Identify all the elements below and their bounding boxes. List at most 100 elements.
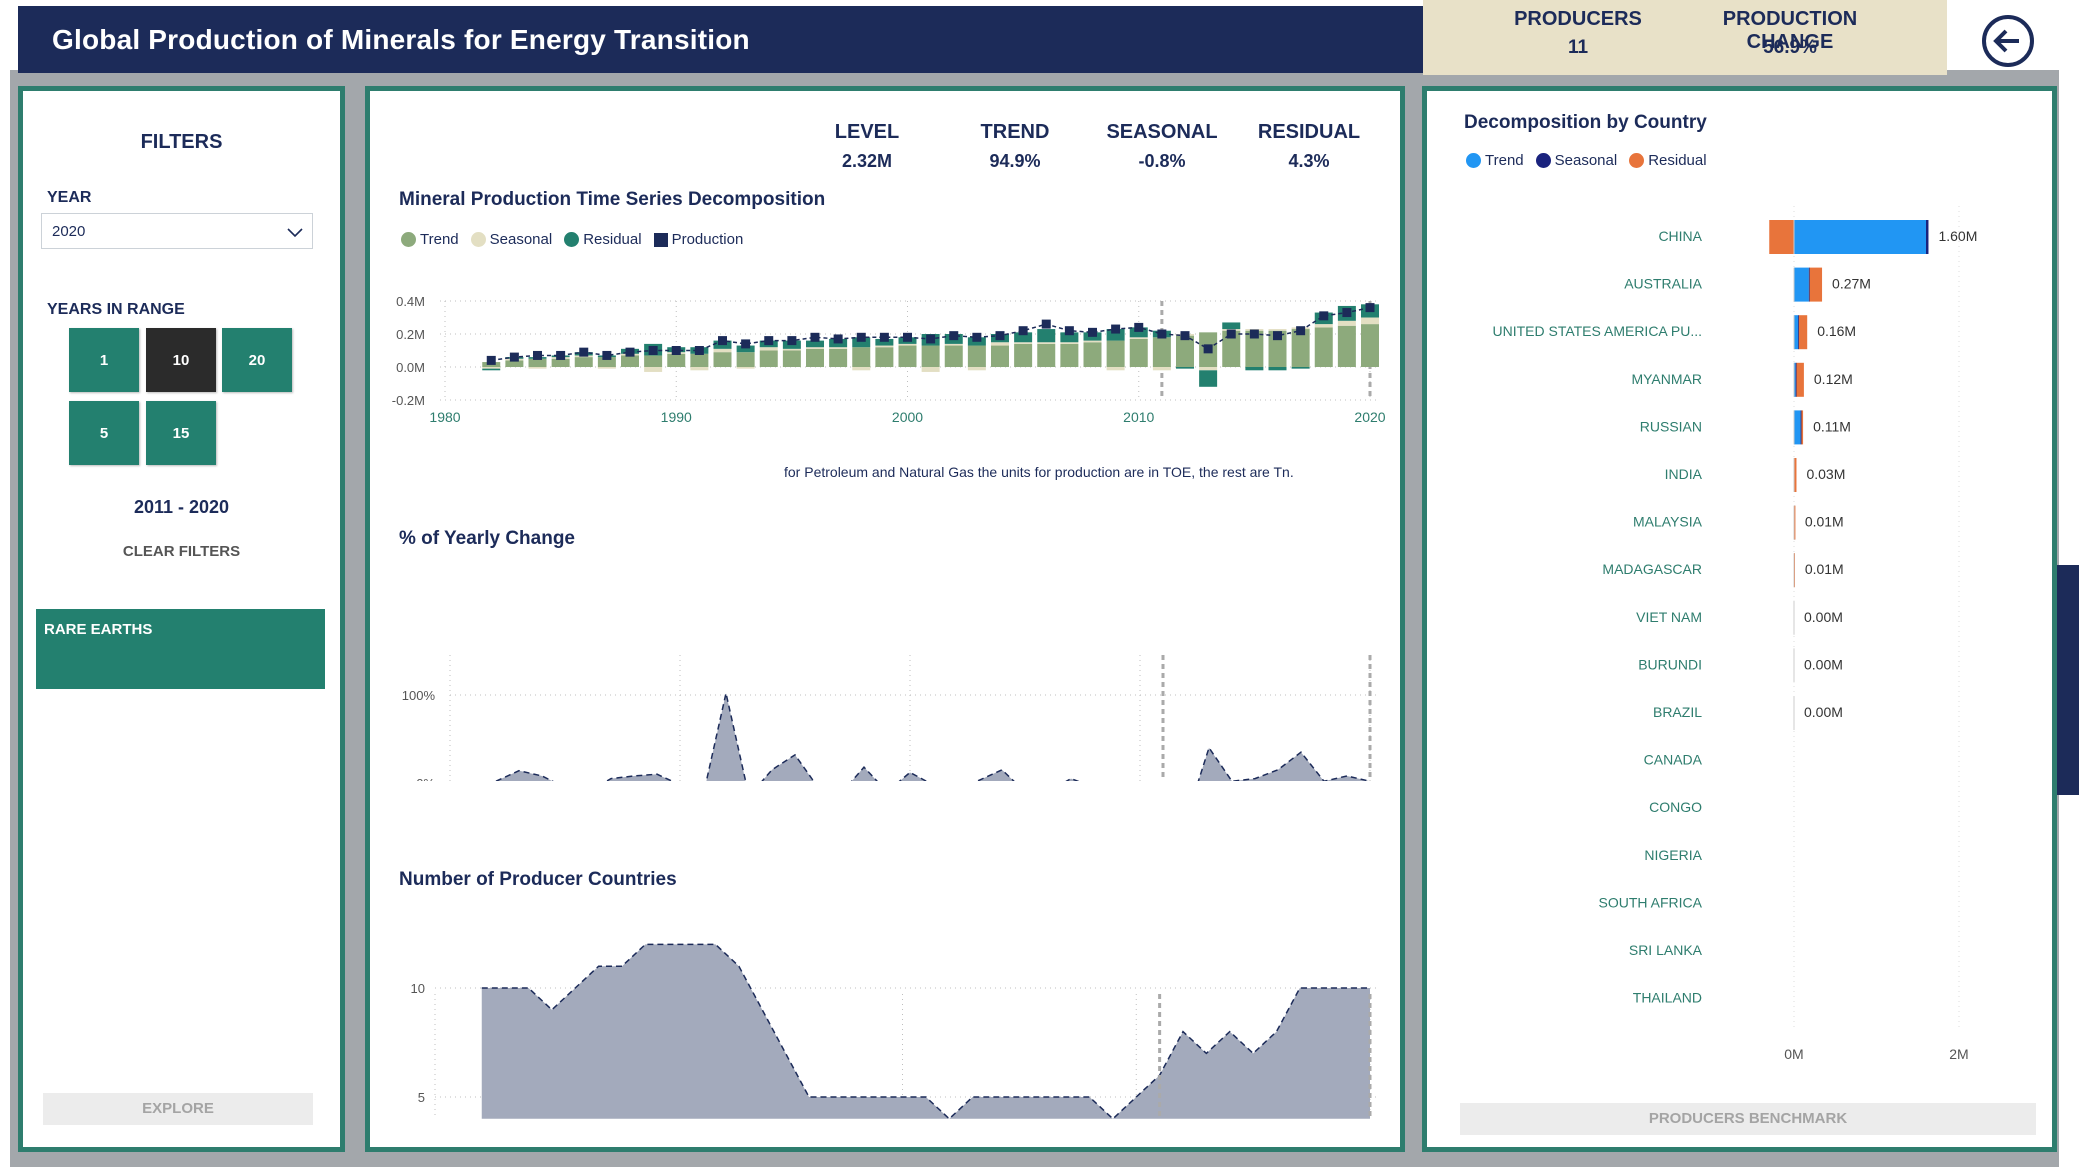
production-point	[718, 336, 727, 346]
mineral-selector-rare-earths[interactable]: RARE EARTHS	[36, 609, 325, 689]
legend-trend: Trend	[420, 231, 459, 248]
production-point	[856, 332, 866, 342]
year-dropdown[interactable]: 2020	[41, 213, 313, 249]
x-tick-label: 0M	[1784, 1046, 1803, 1062]
range-button-20[interactable]: 20	[222, 328, 292, 392]
production-point	[1226, 329, 1236, 339]
seasonal-bar	[528, 367, 547, 369]
country-label: MALAYSIA	[1633, 514, 1703, 530]
residual-bar	[1176, 367, 1194, 369]
seasonal-bar	[690, 367, 709, 371]
residual-bar	[1199, 370, 1218, 387]
years-in-range-label: YEARS IN RANGE	[47, 301, 185, 318]
producers-benchmark-button[interactable]: PRODUCERS BENCHMARK	[1460, 1103, 2036, 1135]
clear-filters-button[interactable]: CLEAR FILTERS	[23, 543, 340, 560]
production-point	[1088, 327, 1097, 337]
production-point	[903, 332, 912, 342]
production-point	[972, 332, 982, 342]
residual-bar	[1794, 505, 1796, 540]
production-point	[1296, 326, 1306, 336]
range-button-5[interactable]: 5	[69, 401, 139, 465]
country-label: RUSSIAN	[1640, 418, 1702, 434]
data-label: 0.01M	[1805, 561, 1844, 577]
trend-bar	[875, 347, 894, 367]
production-point	[764, 336, 774, 346]
back-button[interactable]	[1982, 15, 2034, 67]
trend-bar	[1361, 324, 1379, 367]
trend-bar	[690, 353, 709, 367]
seasonal-value: -0.8%	[1138, 151, 1186, 171]
trend-bar	[644, 355, 663, 367]
residual-bar	[1796, 362, 1804, 397]
trend-bar	[1060, 343, 1079, 367]
residual-value: 4.3%	[1288, 151, 1330, 171]
production-point	[949, 331, 959, 341]
seasonal-bar	[736, 367, 755, 369]
data-label: 0.00M	[1804, 704, 1843, 720]
x-tick-label: 2010	[1123, 409, 1154, 425]
residual-bar	[1037, 329, 1056, 343]
residual-bar	[1222, 322, 1241, 330]
trend-bar	[1106, 340, 1125, 367]
x-tick-label: 2M	[1949, 1046, 1968, 1062]
country-label: CONGO	[1649, 799, 1702, 815]
trend-bar	[736, 352, 755, 367]
trend-bar	[1794, 267, 1809, 302]
units-note: for Petroleum and Natural Gas the units …	[784, 464, 1294, 480]
residual-bar	[1798, 315, 1808, 350]
country-label: CANADA	[1644, 752, 1703, 768]
country-label: NIGERIA	[1644, 847, 1702, 863]
kpi-bar: PRODUCERS 11 PRODUCTION CHANGE 56.9%	[1423, 0, 1947, 75]
level-value: 2.32M	[841, 151, 893, 171]
residual-bar	[482, 368, 501, 371]
range-button-10[interactable]: 10	[146, 328, 216, 392]
area-fill	[496, 693, 1369, 781]
seasonal-bar	[829, 347, 848, 349]
trend-bar	[574, 357, 593, 367]
seasonal-bar	[1106, 367, 1125, 371]
trend-bar	[1314, 327, 1333, 367]
seasonal-bar	[806, 347, 824, 349]
production-legend-swatch	[653, 232, 668, 247]
trend-bar	[528, 358, 547, 367]
seasonal-bar	[852, 367, 871, 371]
seasonal-bar	[782, 348, 801, 351]
trend-bar	[1337, 325, 1356, 367]
trend-bar	[991, 345, 1009, 367]
country-label: SOUTH AFRICA	[1599, 894, 1703, 910]
seasonal-label: SEASONAL	[1106, 121, 1218, 143]
seasonal-bar	[759, 347, 778, 351]
range-button-1[interactable]: 1	[69, 328, 139, 392]
year-range-text: 2011 - 2020	[133, 497, 230, 517]
production-point	[995, 331, 1005, 341]
trend-bar	[829, 348, 848, 367]
production-point	[1134, 322, 1144, 332]
residual-bar	[1291, 367, 1310, 369]
production-point	[1157, 329, 1167, 339]
year-dropdown-value: 2020	[52, 223, 86, 240]
production-point	[602, 350, 612, 360]
production-point	[1018, 326, 1028, 336]
explore-button[interactable]: EXPLORE	[43, 1093, 313, 1125]
seasonal-bar	[1199, 367, 1218, 371]
trend-bar	[713, 352, 732, 367]
level-label: LEVEL	[834, 121, 900, 143]
main-panel: LEVEL 2.32M TREND 94.9% SEASONAL -0.8% R…	[365, 86, 1405, 1152]
trend-bar	[667, 353, 686, 367]
country-label: MADAGASCAR	[1602, 561, 1702, 577]
production-point	[787, 336, 797, 346]
trend-bar	[1037, 343, 1056, 367]
seasonal-bar	[898, 343, 917, 346]
country-panel: Decomposition by Country Trend Seasonal …	[1422, 86, 2057, 1152]
production-point	[1342, 308, 1352, 318]
production-point	[625, 347, 635, 357]
data-label: 0.16M	[1817, 323, 1856, 339]
seasonal-bar	[644, 367, 663, 372]
data-label: 0.27M	[1832, 276, 1871, 292]
range-button-15[interactable]: 15	[146, 401, 216, 465]
seasonal-bar	[921, 367, 940, 372]
trend-label: TREND	[980, 121, 1050, 143]
x-tick-label: 1980	[429, 409, 460, 425]
area-line	[495, 693, 1371, 781]
decomposition-chart: -0.2M 0.0M 0.2M 0.4M 1980 1990 2000 2010 2020	[392, 294, 1386, 425]
